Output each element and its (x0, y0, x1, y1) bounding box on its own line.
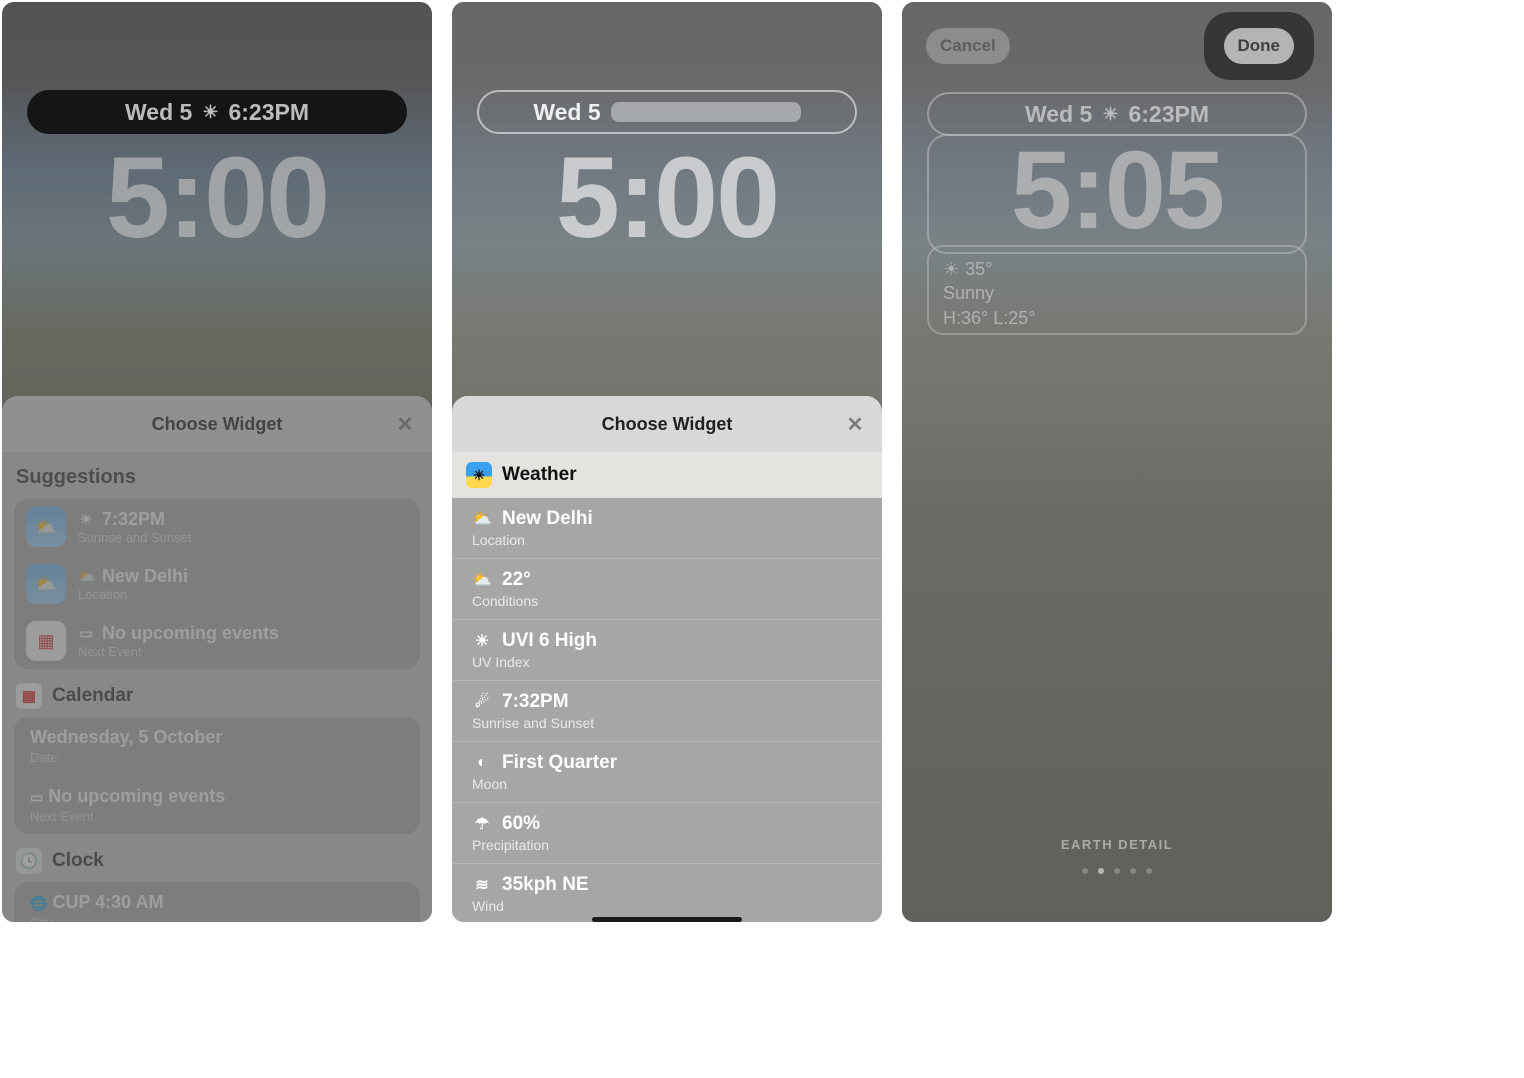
widget-row[interactable]: ☂60% Precipitation (452, 803, 882, 864)
home-indicator[interactable] (592, 917, 742, 922)
page-dots[interactable] (902, 868, 1332, 874)
done-highlight: Done (1204, 12, 1315, 80)
calendar-mini-icon: ▭ (78, 625, 94, 642)
screenshot-1: Wed 5 ☀ 6:23PM 5:00 Choose Widget ✕ Sugg… (2, 2, 432, 922)
weather-widget-box[interactable]: ☀35° Sunny H:36° L:25° (927, 245, 1307, 335)
partly-cloudy-icon: ⛅ (472, 570, 492, 590)
date-widget-pill[interactable]: Wed 5 (477, 90, 857, 134)
sunset-icon: ☀ (1102, 104, 1118, 125)
suggestion-row[interactable]: ⛅ ⛅New Delhi Location (14, 556, 420, 613)
weather-range: H:36° L:25° (943, 306, 1291, 330)
lock-screen-time: 5:00 (452, 132, 882, 264)
date-text: Wed 5 (533, 99, 600, 126)
weather-app-header: ☀ Weather (452, 452, 882, 498)
clock-row[interactable]: 🌐 CUP 4:30 AM City (14, 882, 420, 922)
screenshot-2: Wed 5 5:00 Choose Widget ✕ ☀ Weather ⛅Ne… (452, 2, 882, 922)
calendar-mini-icon: ▭ (30, 789, 43, 805)
moon-icon: ◐ (472, 754, 492, 772)
wind-icon: ≋ (472, 875, 492, 895)
calendar-icon: ▦ (16, 683, 42, 709)
calendar-section-header: ▦ Calendar (2, 683, 432, 717)
date-text: Wed 5 (1025, 101, 1092, 128)
widget-row[interactable]: ⛅22° Conditions (452, 559, 882, 620)
clock-section-header: 🕓 Clock (2, 848, 432, 882)
clock-icon: 🕓 (16, 848, 42, 874)
suggestions-card: ⛅ ☀7:32PM Sunrise and Sunset ⛅ ⛅New Delh… (14, 499, 420, 669)
calendar-card: Wednesday, 5 October Date ▭ No upcoming … (14, 717, 420, 834)
close-icon[interactable]: ✕ (392, 411, 418, 437)
weather-cond: Sunny (943, 281, 1291, 305)
sunset-icon: ☀ (78, 511, 94, 528)
screenshot-3: Cancel Done Wed 5 ☀ 6:23PM 5:05 ☀35° Sun… (902, 2, 1332, 922)
lock-screen-time: 5:00 (2, 132, 432, 264)
lock-screen-time: 5:05 (929, 136, 1305, 246)
sun-icon: ☀ (472, 631, 492, 651)
widget-row[interactable]: ⛅New Delhi Location (452, 498, 882, 559)
clock-card: 🌐 CUP 4:30 AM City (14, 882, 420, 922)
choose-widget-sheet: Choose Widget ✕ Suggestions ⛅ ☀7:32PM Su… (2, 396, 432, 922)
partly-cloudy-icon: ⛅ (472, 509, 492, 529)
sheet-header: Choose Widget ✕ (2, 396, 432, 452)
sunset-icon: ☀ (202, 102, 218, 123)
calendar-icon: ▦ (26, 621, 66, 661)
suggestions-heading: Suggestions (2, 452, 432, 499)
sheet-header: Choose Widget ✕ (452, 396, 882, 452)
sunset-time: 6:23PM (228, 99, 309, 126)
weather-icon: ⛅ (26, 564, 66, 604)
app-name: Weather (502, 464, 577, 486)
suggestion-row[interactable]: ⛅ ☀7:32PM Sunrise and Sunset (14, 499, 420, 556)
sunset-time: 6:23PM (1128, 101, 1209, 128)
widget-row[interactable]: ☀UVI 6 High UV Index (452, 620, 882, 681)
close-icon[interactable]: ✕ (842, 411, 868, 437)
weather-temp: 35° (965, 257, 992, 281)
weather-app-icon: ☀ (466, 462, 492, 488)
widget-row[interactable]: ☄7:32PM Sunrise and Sunset (452, 681, 882, 742)
choose-widget-sheet: Choose Widget ✕ ☀ Weather ⛅New Delhi Loc… (452, 396, 882, 922)
time-widget-box[interactable]: 5:05 (927, 134, 1307, 254)
date-text: Wed 5 (125, 99, 192, 126)
sheet-title: Choose Widget (602, 414, 733, 435)
sunset-icon: ☄ (472, 692, 492, 712)
date-widget-pill[interactable]: Wed 5 ☀ 6:23PM (27, 90, 407, 134)
sun-icon: ☀ (943, 257, 959, 281)
partly-cloudy-icon: ⛅ (78, 568, 94, 585)
weather-icon: ⛅ (26, 507, 66, 547)
calendar-row[interactable]: ▭ No upcoming events Next Event (14, 776, 420, 834)
widget-list: ⛅New Delhi Location ⛅22° Conditions ☀UVI… (452, 498, 882, 922)
umbrella-icon: ☂ (472, 814, 492, 834)
globe-icon: 🌐 (30, 895, 47, 911)
calendar-row[interactable]: Wednesday, 5 October Date (14, 717, 420, 776)
cancel-button[interactable]: Cancel (926, 28, 1010, 64)
skeleton-placeholder (611, 102, 801, 122)
sheet-title: Choose Widget (152, 414, 283, 435)
style-label: EARTH DETAIL (902, 837, 1332, 852)
widget-row[interactable]: ◐First Quarter Moon (452, 742, 882, 803)
done-button[interactable]: Done (1224, 28, 1295, 64)
suggestion-row[interactable]: ▦ ▭No upcoming events Next Event (14, 613, 420, 669)
widget-row[interactable]: ≋35kph NE Wind (452, 864, 882, 922)
